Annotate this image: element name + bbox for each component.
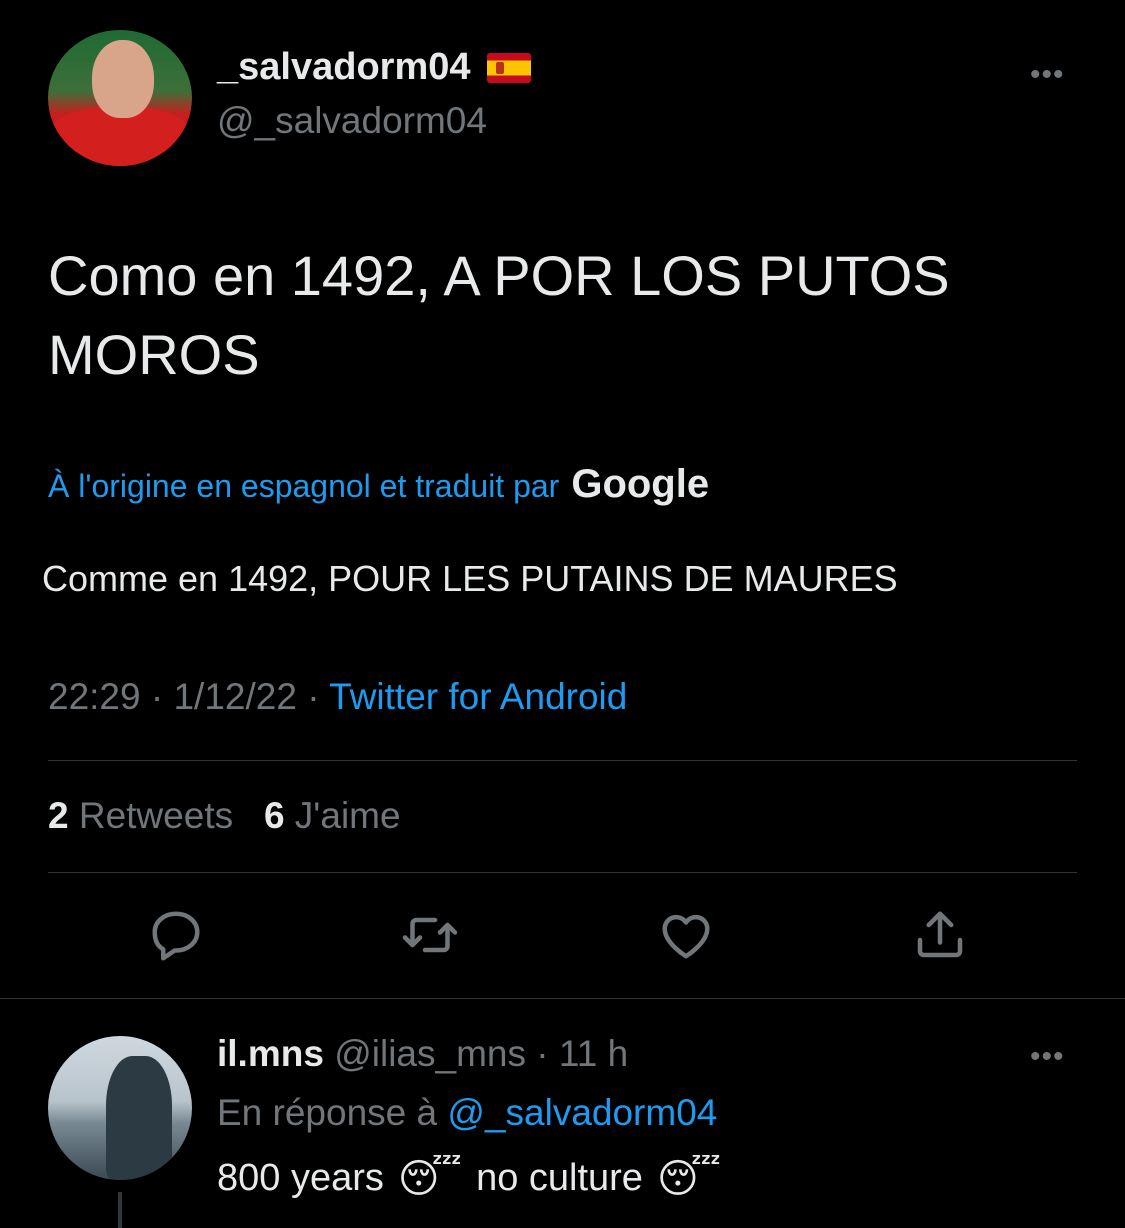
tweet-text-line-1: Como en 1492, A POR LOS PUTOS — [48, 244, 950, 307]
tweet-date[interactable]: 1/12/22 — [173, 676, 296, 717]
retweets-stat[interactable]: 2 Retweets — [48, 795, 233, 836]
divider — [48, 760, 1077, 761]
reply-separator: · — [525, 1033, 559, 1074]
author-display-name[interactable]: _salvadorm04 — [217, 46, 531, 89]
likes-label: J'aime — [294, 795, 401, 836]
translation-label: À l'origine en espagnol et traduit par — [48, 468, 560, 504]
reply-text-part-1: 800 years — [217, 1157, 384, 1199]
reply-text-part-2: no culture — [476, 1157, 643, 1199]
reply-author-name[interactable]: il.mns — [217, 1033, 324, 1074]
sleeping-face-icon: 😴 — [397, 1156, 463, 1201]
reply-time[interactable]: 11 h — [559, 1033, 628, 1074]
reply-text: 800 years 😴 no culture 😴 — [217, 1157, 721, 1200]
more-options-icon[interactable]: ••• — [1030, 60, 1065, 90]
tweet-source-link[interactable]: Twitter for Android — [329, 676, 627, 717]
tweet-text-line-2: MOROS — [48, 323, 260, 386]
reply-author-avatar[interactable] — [48, 1036, 192, 1180]
avatar-head — [92, 40, 154, 118]
like-icon[interactable] — [656, 905, 716, 965]
translation-attribution[interactable]: À l'origine en espagnol et traduit par G… — [48, 462, 709, 507]
engagement-stats: 2 Retweets 6 J'aime — [48, 795, 401, 837]
tweet-time[interactable]: 22:29 — [48, 676, 141, 717]
spain-flag-icon — [486, 52, 531, 83]
reply-to-mention[interactable]: @_salvadorm04 — [447, 1092, 717, 1133]
tweet-text: Como en 1492, A POR LOS PUTOS MOROS — [48, 236, 1048, 394]
translated-text: Comme en 1492, POUR LES PUTAINS DE MAURE… — [42, 558, 898, 599]
retweets-label: Retweets — [78, 795, 234, 836]
tweet-meta: 22:29 · 1/12/22 · Twitter for Android — [48, 676, 627, 718]
sleeping-face-icon: 😴 — [656, 1156, 722, 1201]
retweets-count: 2 — [48, 795, 69, 836]
reply-context: En réponse à @_salvadorm04 — [217, 1092, 717, 1134]
thread-line — [118, 1192, 122, 1228]
likes-count: 6 — [263, 795, 285, 836]
avatar-person — [106, 1056, 172, 1180]
reply-header: il.mns @ilias_mns · 11 h — [217, 1033, 628, 1075]
author-name-text: _salvadorm04 — [217, 46, 471, 88]
reply-to-label: En réponse à — [217, 1092, 438, 1133]
author-avatar[interactable] — [48, 30, 192, 166]
reply-author-handle[interactable]: @ilias_mns — [334, 1033, 526, 1074]
meta-separator: · — [296, 676, 330, 717]
google-logo: Google — [571, 462, 710, 506]
divider — [48, 872, 1077, 873]
section-divider — [0, 998, 1125, 999]
reply-icon[interactable] — [146, 905, 206, 965]
reply-more-options-icon[interactable]: ••• — [1030, 1042, 1065, 1072]
retweet-icon[interactable] — [400, 905, 460, 965]
meta-separator: · — [140, 676, 174, 717]
author-handle[interactable]: @_salvadorm04 — [217, 100, 487, 142]
share-icon[interactable] — [910, 905, 970, 965]
likes-stat[interactable]: 6 J'aime — [264, 795, 401, 836]
